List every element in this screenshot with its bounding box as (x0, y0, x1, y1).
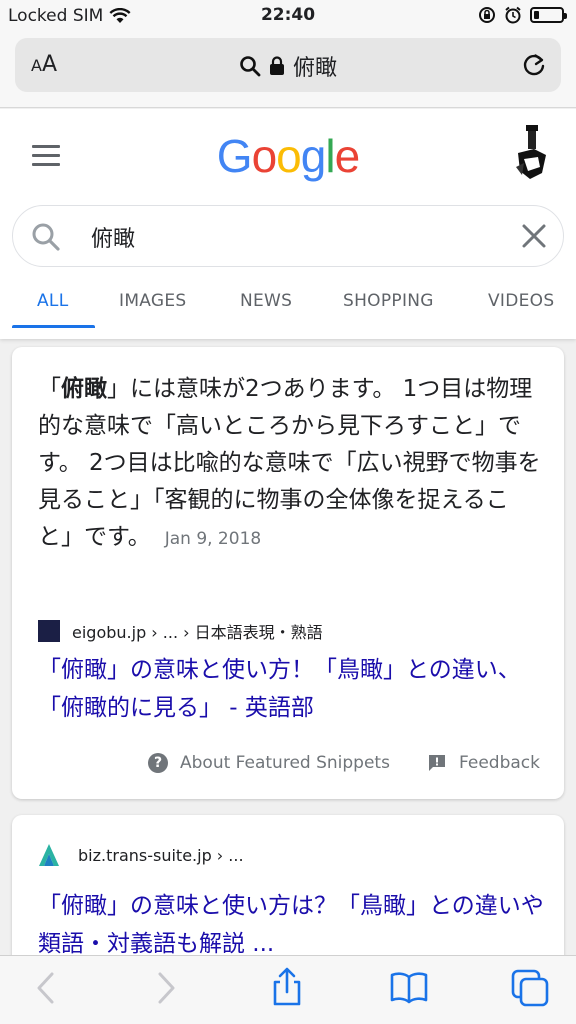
logo-letter: G (216, 130, 253, 182)
url-text: 俯瞰 (292, 56, 337, 81)
search-result-card: biz.trans-suite.jp › ... 「俯瞰」の意味と使い方は？「鳥… (12, 815, 564, 955)
close-icon[interactable] (521, 223, 547, 249)
site-favicon (38, 620, 60, 642)
bookmarks-icon[interactable] (389, 970, 429, 1004)
avatar[interactable] (512, 123, 552, 183)
feedback-link[interactable]: Feedback (427, 753, 540, 773)
feedback-icon (429, 755, 446, 771)
rotation-lock-icon (479, 7, 495, 23)
alarm-icon (505, 6, 521, 24)
featured-snippet-card: 「俯瞰」には意味が2つあります。 1つ目は物理的な意味で「高いところから見下ろす… (12, 347, 564, 799)
google-logo[interactable]: Google (0, 129, 576, 183)
battery-icon (530, 7, 567, 23)
source-breadcrumb: eigobu.jp › ... › 日本語表現・熟語 (72, 623, 323, 642)
battery-level (534, 11, 539, 19)
tabs-icon[interactable] (510, 968, 550, 1008)
search-box[interactable]: 俯瞰 (12, 205, 564, 267)
snippet-result-title-link[interactable]: 「俯瞰」の意味と使い方！「鳥瞰」との違い、「俯瞰的に見る」 - 英語部 (38, 651, 548, 727)
snippet-source[interactable]: eigobu.jp › ... › 日本語表現・熟語 (38, 619, 323, 643)
tab-shopping[interactable]: SHOPPING (343, 291, 434, 311)
url-display[interactable]: 俯瞰 (15, 50, 561, 82)
snippet-bold-term: 俯瞰 (61, 376, 107, 402)
result-title-link[interactable]: 「俯瞰」の意味と使い方は？「鳥瞰」との違いや類語・対義語も解説 ... (38, 887, 548, 955)
tab-all[interactable]: ALL (37, 291, 68, 311)
logo-letter: o (276, 130, 302, 182)
reload-icon[interactable] (521, 51, 547, 79)
web-page: Google 俯瞰 ALL IMAGES NEWS SHOPPING VIDEO… (0, 109, 576, 955)
logo-letter: g (300, 130, 327, 182)
logo-letter: l (325, 130, 335, 182)
back-icon[interactable] (34, 970, 58, 1006)
active-tab-indicator (12, 325, 95, 328)
snippet-text: 「俯瞰」には意味が2つあります。 1つ目は物理的な意味で「高いところから見下ろす… (38, 371, 542, 558)
search-icon (32, 223, 60, 251)
share-icon[interactable] (270, 966, 304, 1008)
status-right (478, 6, 567, 24)
result-source[interactable]: biz.trans-suite.jp › ... (38, 843, 244, 867)
search-tabs: ALL IMAGES NEWS SHOPPING VIDEOS (0, 285, 576, 329)
search-icon (240, 56, 261, 77)
about-featured-snippets-link[interactable]: ? About Featured Snippets (148, 753, 390, 773)
google-header: Google 俯瞰 ALL IMAGES NEWS SHOPPING VIDEO… (0, 109, 576, 339)
search-input[interactable]: 俯瞰 (91, 221, 135, 253)
snippet-date: Jan 9, 2018 (164, 529, 262, 549)
logo-letter: o (251, 130, 278, 182)
status-bar: Locked SIM 22:40 (0, 0, 576, 32)
snippet-quote-open: 「 (38, 376, 61, 402)
help-icon: ? (148, 753, 168, 773)
feedback-label: Feedback (459, 753, 540, 773)
result-breadcrumb: biz.trans-suite.jp › ... (78, 845, 244, 865)
snippet-footer: ? About Featured Snippets Feedback (12, 745, 564, 781)
address-bar[interactable]: AA 俯瞰 (15, 38, 561, 92)
tab-videos[interactable]: VIDEOS (488, 291, 554, 311)
forward-icon[interactable] (154, 970, 178, 1006)
snippet-body: 」には意味が2つあります。 1つ目は物理的な意味で「高いところから見下ろすこと」… (38, 376, 541, 550)
tab-news[interactable]: NEWS (240, 291, 292, 311)
about-label: About Featured Snippets (180, 753, 390, 773)
logo-letter: e (334, 130, 361, 182)
lock-icon (269, 56, 284, 75)
browser-toolbar (0, 955, 576, 1024)
browser-address-area: AA 俯瞰 (0, 32, 576, 108)
tab-images[interactable]: IMAGES (119, 291, 187, 311)
site-favicon (39, 844, 59, 866)
